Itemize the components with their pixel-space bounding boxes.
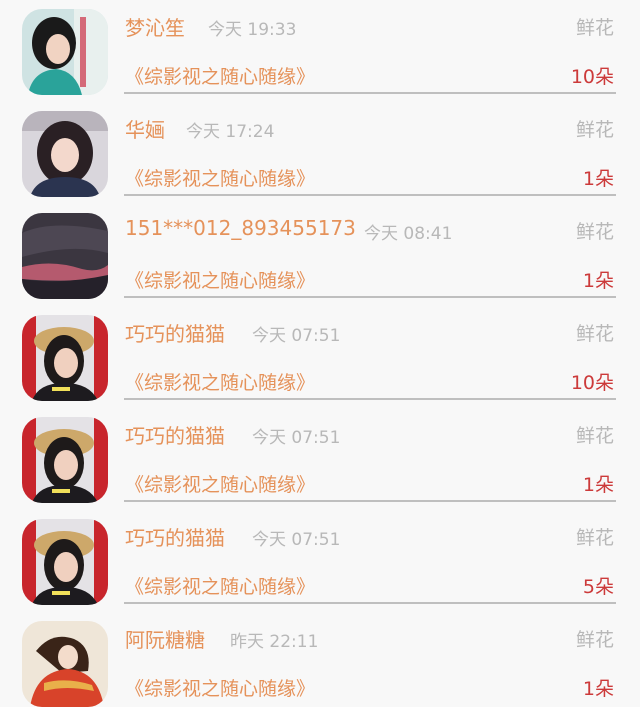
sender-name[interactable]: 华婳 — [125, 114, 165, 143]
avatar[interactable] — [22, 621, 108, 707]
timestamp: 今天 17:24 — [186, 122, 275, 142]
gift-count: 10朵 — [570, 372, 614, 394]
gift-record-row[interactable]: 梦沁笙 今天 19:33 鲜花 《综影视之随心随缘》 10朵 — [0, 0, 640, 103]
timestamp: 今天 07:51 — [252, 428, 341, 448]
avatar-girl-dark-hair-icon — [22, 111, 108, 197]
row-divider — [124, 92, 616, 94]
avatar[interactable] — [22, 417, 108, 503]
gift-record-row[interactable]: 巧巧的猫猫 今天 07:51 鲜花 《综影视之随心随缘》 10朵 — [0, 306, 640, 409]
book-title[interactable]: 《综影视之随心随缘》 — [125, 470, 315, 497]
row-divider — [124, 194, 616, 196]
book-title[interactable]: 《综影视之随心随缘》 — [125, 368, 315, 395]
sender-name[interactable]: 巧巧的猫猫 — [125, 420, 225, 449]
book-title[interactable]: 《综影视之随心随缘》 — [125, 164, 315, 191]
gift-count: 1朵 — [582, 270, 614, 292]
avatar[interactable] — [22, 9, 108, 95]
timestamp: 今天 07:51 — [252, 530, 341, 550]
timestamp: 今天 19:33 — [208, 20, 297, 40]
gift-type: 鲜花 — [575, 425, 614, 447]
gift-count: 1朵 — [582, 678, 614, 700]
gift-type: 鲜花 — [575, 629, 614, 651]
gift-record-row[interactable]: 阿阮糖糖 昨天 22:11 鲜花 《综影视之随心随缘》 1朵 — [0, 612, 640, 707]
gift-type: 鲜花 — [575, 17, 614, 39]
gift-type: 鲜花 — [575, 221, 614, 243]
sender-name[interactable]: 巧巧的猫猫 — [125, 318, 225, 347]
gift-count: 5朵 — [582, 576, 614, 598]
avatar-woman-straw-hat-icon — [22, 315, 108, 401]
gift-type: 鲜花 — [575, 119, 614, 141]
gift-record-row[interactable]: 151***012_893455173 今天 08:41 鲜花 《综影视之随心随… — [0, 204, 640, 307]
avatar[interactable] — [22, 111, 108, 197]
timestamp: 昨天 22:11 — [230, 632, 319, 652]
avatar-woman-straw-hat-icon — [22, 519, 108, 605]
gift-count: 1朵 — [582, 474, 614, 496]
gift-record-row[interactable]: 巧巧的猫猫 今天 07:51 鲜花 《综影视之随心随缘》 5朵 — [0, 510, 640, 613]
avatar-woman-straw-hat-icon — [22, 417, 108, 503]
gift-count: 10朵 — [570, 66, 614, 88]
avatar[interactable] — [22, 519, 108, 605]
avatar-illustration-red-robe-icon — [22, 621, 108, 707]
row-divider — [124, 500, 616, 502]
gift-type: 鲜花 — [575, 527, 614, 549]
timestamp: 今天 07:51 — [252, 326, 341, 346]
gift-record-list: 梦沁笙 今天 19:33 鲜花 《综影视之随心随缘》 10朵 华婳 今天 17:… — [0, 0, 640, 707]
row-divider — [124, 296, 616, 298]
sender-name[interactable]: 巧巧的猫猫 — [125, 522, 225, 551]
sender-name[interactable]: 151***012_893455173 — [125, 216, 356, 240]
gift-type: 鲜花 — [575, 323, 614, 345]
avatar-girl-teal-icon — [22, 9, 108, 95]
gift-record-row[interactable]: 华婳 今天 17:24 鲜花 《综影视之随心随缘》 1朵 — [0, 102, 640, 205]
book-title[interactable]: 《综影视之随心随缘》 — [125, 62, 315, 89]
book-title[interactable]: 《综影视之随心随缘》 — [125, 572, 315, 599]
avatar[interactable] — [22, 213, 108, 299]
avatar[interactable] — [22, 315, 108, 401]
timestamp: 今天 08:41 — [364, 224, 453, 244]
avatar-sunset-clouds-icon — [22, 213, 108, 299]
gift-record-row[interactable]: 巧巧的猫猫 今天 07:51 鲜花 《综影视之随心随缘》 1朵 — [0, 408, 640, 511]
row-divider — [124, 602, 616, 604]
gift-count: 1朵 — [582, 168, 614, 190]
sender-name[interactable]: 阿阮糖糖 — [125, 624, 205, 653]
book-title[interactable]: 《综影视之随心随缘》 — [125, 266, 315, 293]
sender-name[interactable]: 梦沁笙 — [125, 12, 185, 41]
book-title[interactable]: 《综影视之随心随缘》 — [125, 674, 315, 701]
row-divider — [124, 398, 616, 400]
